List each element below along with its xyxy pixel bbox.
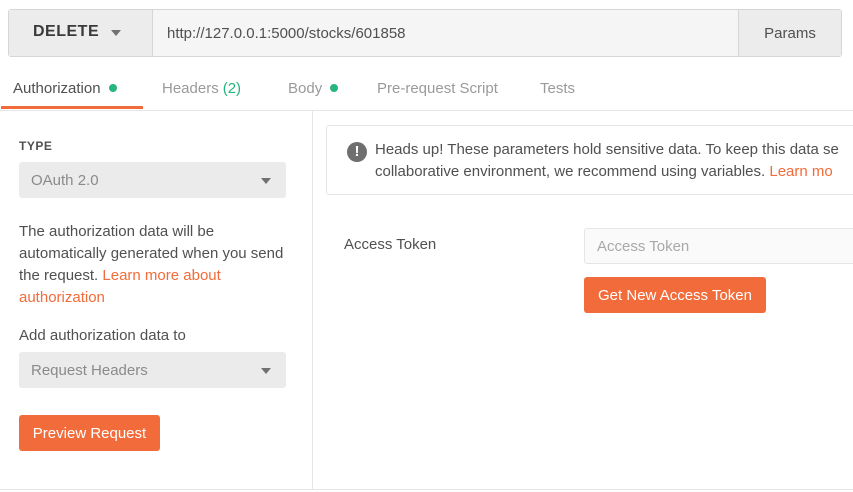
active-tab-indicator xyxy=(1,106,143,109)
chevron-down-icon xyxy=(111,30,121,36)
access-token-label: Access Token xyxy=(344,236,437,253)
tab-label: Body xyxy=(288,80,323,97)
add-auth-to-select[interactable]: Request Headers xyxy=(19,352,286,388)
status-dot-icon xyxy=(108,84,117,92)
tab-headers[interactable]: Headers (2) xyxy=(162,80,241,97)
params-button[interactable]: Params xyxy=(738,10,841,56)
request-tabs: Authorization Headers (2) Body Pre-reques… xyxy=(0,66,853,111)
headers-count-badge: (2) xyxy=(222,80,242,97)
method-dropdown[interactable]: DELETE xyxy=(9,10,153,56)
url-input[interactable] xyxy=(153,10,740,56)
tab-pre-request-script[interactable]: Pre-request Script xyxy=(377,80,498,97)
type-label: TYPE xyxy=(19,139,53,153)
method-label: DELETE xyxy=(33,23,100,40)
chevron-down-icon xyxy=(261,368,271,374)
get-new-access-token-button[interactable]: Get New Access Token xyxy=(584,277,766,313)
auth-type-value: OAuth 2.0 xyxy=(31,172,99,189)
add-auth-to-label: Add authorization data to xyxy=(19,327,186,344)
alert-line-2: collaborative environment, we recommend … xyxy=(375,161,853,183)
access-token-input[interactable] xyxy=(584,228,853,264)
tab-label: Pre-request Script xyxy=(377,80,498,97)
chevron-down-icon xyxy=(261,178,271,184)
alert-line-1: Heads up! These parameters hold sensitiv… xyxy=(375,141,839,158)
tab-body[interactable]: Body xyxy=(288,80,339,97)
tab-label: Authorization xyxy=(13,80,101,97)
bottom-divider xyxy=(0,489,853,490)
status-dot-icon xyxy=(330,84,339,92)
auth-description: The authorization data will be automatic… xyxy=(19,221,289,309)
alert-text: Heads up! These parameters hold sensitiv… xyxy=(375,139,853,183)
tab-tests[interactable]: Tests xyxy=(540,80,575,97)
preview-request-button[interactable]: Preview Request xyxy=(19,415,160,451)
exclamation-circle-icon: ! xyxy=(347,142,367,162)
tab-label: Headers xyxy=(162,80,219,97)
alert-line-2-text: collaborative environment, we recommend … xyxy=(375,163,766,180)
sensitive-data-alert: ! Heads up! These parameters hold sensit… xyxy=(326,125,853,195)
alert-learn-more-link[interactable]: Learn mo xyxy=(769,163,832,180)
tab-authorization[interactable]: Authorization xyxy=(13,80,117,97)
auth-settings-panel: TYPE OAuth 2.0 The authorization data wi… xyxy=(0,111,313,489)
auth-type-select[interactable]: OAuth 2.0 xyxy=(19,162,286,198)
tab-label: Tests xyxy=(540,80,576,97)
request-bar: DELETE Params xyxy=(8,9,842,57)
add-auth-to-value: Request Headers xyxy=(31,362,148,379)
